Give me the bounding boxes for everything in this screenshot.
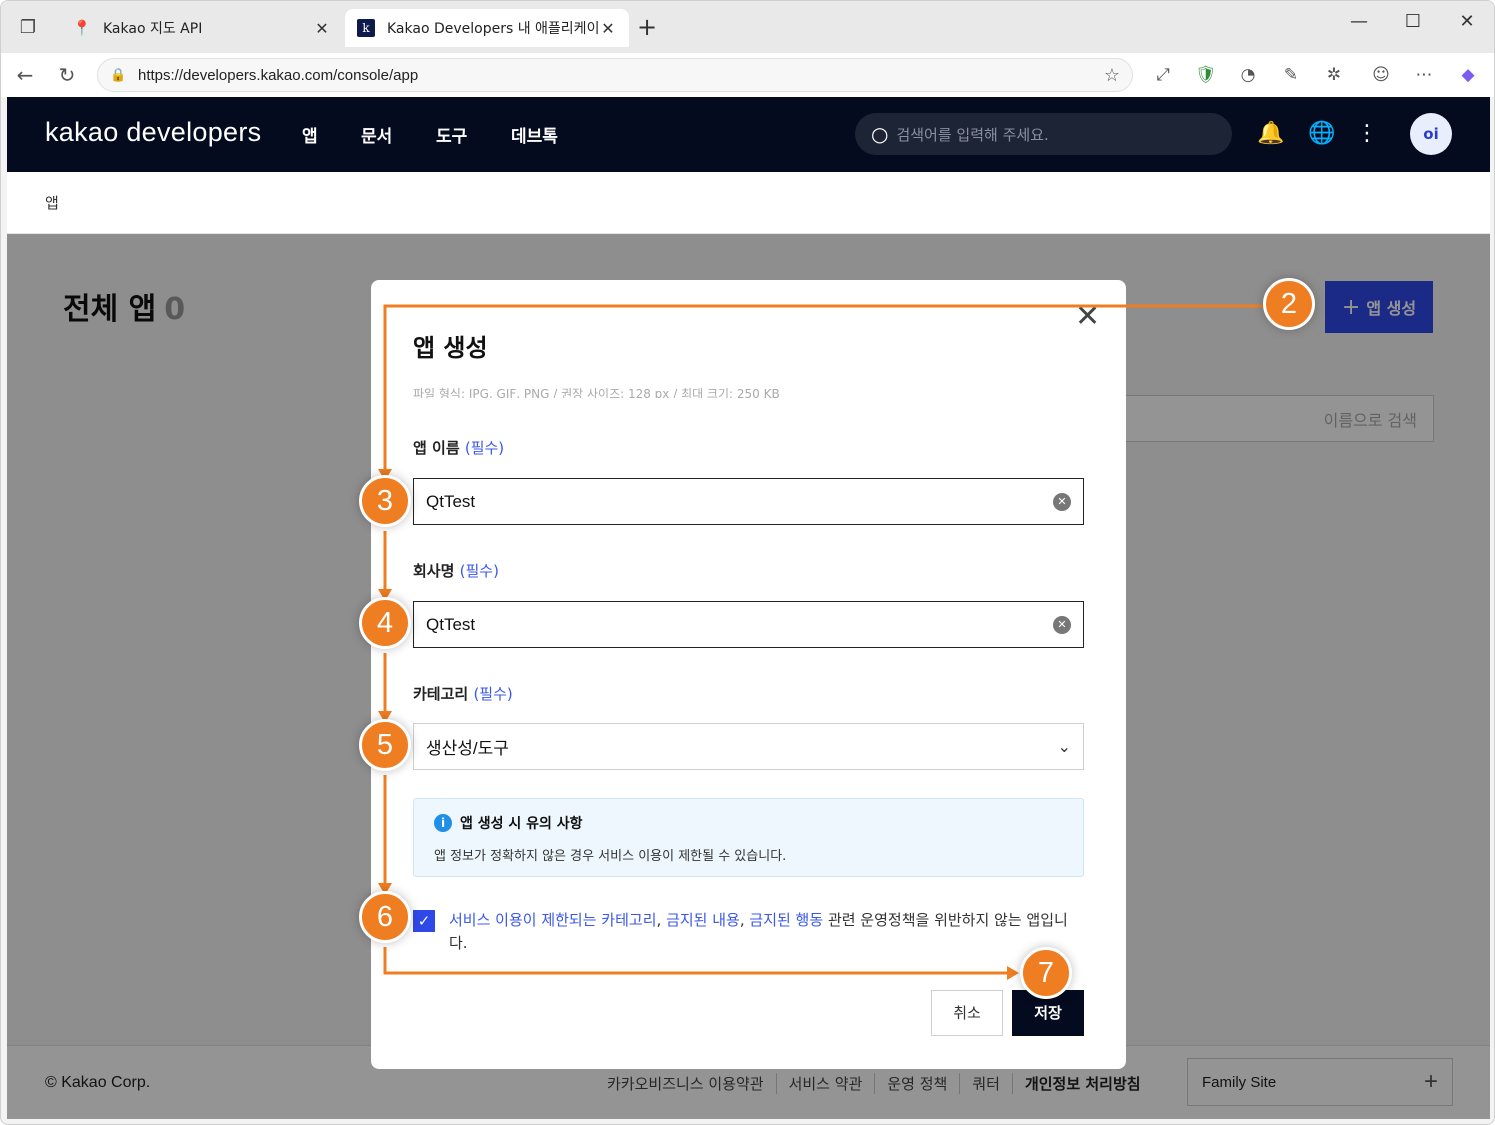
agree-checkbox[interactable]: ✓ <box>413 910 435 932</box>
step-badge-3: 3 <box>359 475 411 527</box>
window-close-icon[interactable]: ✕ <box>1452 11 1482 32</box>
notice-title-text: 앱 생성 시 유의 사항 <box>460 816 583 832</box>
site-logo[interactable]: kakao developers <box>45 117 261 148</box>
label-text: 회사명 <box>413 562 455 580</box>
notice-title: i 앱 생성 시 유의 사항 <box>434 813 1063 833</box>
notice-box: i 앱 생성 시 유의 사항 앱 정보가 정확하지 않은 경우 서비스 이용이 … <box>413 798 1084 877</box>
open-in-app-icon[interactable]: ⤢ <box>1150 63 1176 87</box>
lock-icon: 🔒 <box>110 67 127 83</box>
category-label: 카테고리 (필수) <box>413 683 513 704</box>
search-placeholder: 검색어를 입력해 주세요. <box>896 125 1049 144</box>
company-field[interactable]: QtTest ✕ <box>413 601 1084 648</box>
step-badge-7: 7 <box>1020 947 1072 999</box>
tab-actions-icon[interactable]: ❐ <box>15 15 41 41</box>
category-select[interactable]: 생산성/도구 ⌄ <box>413 723 1084 770</box>
shield-extension-icon[interactable]: 🛡 <box>1193 63 1219 87</box>
required-marker: (필수) <box>464 439 505 457</box>
app-name-label: 앱 이름 (필수) <box>413 437 504 458</box>
policy-link-category[interactable]: 서비스 이용이 제한되는 카테고리 <box>449 911 657 929</box>
bell-icon[interactable]: 🔔 <box>1257 121 1285 146</box>
browser-toolbar: ← ↻ 🔒 https://developers.kakao.com/conso… <box>1 53 1494 97</box>
separator: , <box>656 911 667 929</box>
map-pin-icon: 📍 <box>72 19 92 37</box>
tab-kakao-developers[interactable]: k Kakao Developers 내 애플리케이 ✕ <box>345 9 629 47</box>
tab-title: Kakao Developers 내 애플리케이 <box>387 21 599 37</box>
puzzle-extensions-icon[interactable]: ✲ <box>1321 63 1347 87</box>
profile-icon[interactable]: ☺ <box>1368 63 1394 87</box>
extension-icon[interactable]: ◔ <box>1235 63 1261 87</box>
nav-devtalk[interactable]: 데브톡 <box>511 122 558 147</box>
tab-close-icon[interactable]: ✕ <box>599 19 617 38</box>
notice-body: 앱 정보가 정확하지 않은 경우 서비스 이용이 제한될 수 있습니다. <box>434 849 787 864</box>
kakao-k-icon: k <box>357 19 375 37</box>
browser-window: ❐ 📍 Kakao 지도 API ✕ k Kakao Developers 내 … <box>0 0 1495 1125</box>
policy-link-content[interactable]: 금지된 내용 <box>666 911 740 929</box>
minimize-icon[interactable]: — <box>1344 11 1374 32</box>
pen-extension-icon[interactable]: ✎ <box>1278 63 1304 87</box>
reload-icon[interactable]: ↻ <box>53 61 81 89</box>
company-value: QtTest <box>426 614 476 634</box>
close-icon[interactable]: ✕ <box>1075 302 1100 332</box>
step-badge-4: 4 <box>359 597 411 649</box>
clear-icon[interactable]: ✕ <box>1053 615 1071 634</box>
maximize-icon[interactable]: ☐ <box>1398 11 1428 32</box>
step-badge-2: 2 <box>1263 278 1315 330</box>
step-badge-5: 5 <box>359 719 411 771</box>
nav-docs[interactable]: 문서 <box>361 122 392 147</box>
app-name-value: QtTest <box>426 491 476 511</box>
info-icon: i <box>434 814 452 832</box>
tab-strip: ❐ 📍 Kakao 지도 API ✕ k Kakao Developers 내 … <box>1 1 1494 53</box>
tab-close-icon[interactable]: ✕ <box>313 19 331 38</box>
create-app-dialog: 앱 생성 ✕ 파일 형식: JPG, GIF, PNG / 권장 사이즈: 12… <box>371 280 1126 1069</box>
favorite-star-icon[interactable]: ☆ <box>1104 65 1120 86</box>
copilot-icon[interactable]: ◆ <box>1455 63 1481 87</box>
globe-icon[interactable]: 🌐 <box>1308 121 1336 146</box>
breadcrumb: 앱 <box>7 172 1490 234</box>
icon-upload-hint: 파일 형식: JPG, GIF, PNG / 권장 사이즈: 128 px / … <box>413 387 780 398</box>
url-text: https://developers.kakao.com/console/app <box>138 66 419 84</box>
label-text: 앱 이름 <box>413 439 460 457</box>
back-icon[interactable]: ← <box>11 61 39 89</box>
more-menu-icon[interactable]: ⋯ <box>1411 63 1437 87</box>
search-icon: ○ <box>871 122 889 146</box>
cancel-button[interactable]: 취소 <box>931 990 1003 1036</box>
site-search[interactable]: ○ 검색어를 입력해 주세요. <box>855 113 1232 155</box>
nav-tools[interactable]: 도구 <box>436 122 467 147</box>
tab-kakao-map[interactable]: 📍 Kakao 지도 API ✕ <box>61 9 343 47</box>
category-value: 생산성/도구 <box>426 739 509 758</box>
dialog-title: 앱 생성 <box>413 334 488 362</box>
step-badge-6: 6 <box>359 891 411 943</box>
site-header: kakao developers 앱 문서 도구 데브톡 ○ 검색어를 입력해 … <box>7 97 1490 172</box>
tab-title: Kakao 지도 API <box>103 21 203 37</box>
breadcrumb-item[interactable]: 앱 <box>45 192 59 213</box>
avatar[interactable]: oi <box>1410 113 1452 155</box>
address-bar[interactable]: 🔒 https://developers.kakao.com/console/a… <box>97 58 1133 92</box>
separator: , <box>739 911 750 929</box>
company-label: 회사명 (필수) <box>413 560 499 581</box>
chevron-down-icon: ⌄ <box>1057 738 1071 756</box>
nav-app[interactable]: 앱 <box>302 122 318 147</box>
agree-text: 서비스 이용이 제한되는 카테고리, 금지된 내용, 금지된 행동 관련 운영정… <box>449 909 1085 955</box>
required-marker: (필수) <box>459 562 499 580</box>
app-name-field[interactable]: QtTest ✕ <box>413 478 1084 525</box>
kebab-menu-icon[interactable]: ⋮ <box>1353 121 1381 146</box>
required-marker: (필수) <box>473 685 513 703</box>
policy-link-behavior[interactable]: 금지된 행동 <box>749 911 823 929</box>
clear-icon[interactable]: ✕ <box>1053 492 1071 511</box>
label-text: 카테고리 <box>413 685 469 703</box>
new-tab-icon[interactable]: + <box>637 15 657 39</box>
